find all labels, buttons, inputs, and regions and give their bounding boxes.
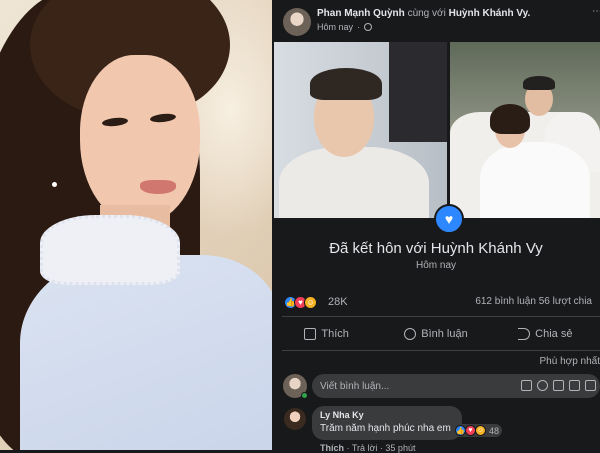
photo-earring (52, 182, 57, 187)
comment-button[interactable]: Bình luận (381, 320, 490, 348)
post-photos[interactable] (272, 40, 600, 218)
wedding-photo[interactable] (450, 42, 600, 218)
with-text: cùng với (408, 8, 446, 19)
comment-like-link[interactable]: Thích (320, 443, 344, 453)
composer-tools (521, 380, 596, 391)
divider (282, 316, 600, 317)
portrait-photo (0, 0, 272, 450)
photo-groom-hair (523, 76, 555, 90)
facebook-post: Phan Mạnh Quỳnh cùng với Huỳnh Khánh Vy.… (272, 0, 600, 450)
comment-actions: Thích · Trả lời · 35 phút (320, 443, 415, 453)
camera-icon[interactable] (553, 380, 564, 391)
groom-photo[interactable] (274, 42, 447, 218)
divider (282, 350, 600, 351)
comment-reaction-count: 48 (489, 426, 499, 436)
care-reaction-icon: ☺ (304, 296, 317, 309)
share-count[interactable]: 56 lượt chia (539, 296, 592, 307)
comment-bubble: Ly Nha Ky Trăm năm hạnh phúc nha em (312, 406, 462, 440)
author-name[interactable]: Phan Mạnh Quỳnh (317, 8, 405, 19)
globe-icon (364, 23, 372, 31)
post-meta: Hôm nay · (317, 22, 372, 32)
reaction-icons[interactable]: 👍 ♥ ☺ (284, 296, 314, 309)
photo-body (279, 147, 429, 218)
comment-text: Trăm năm hạnh phúc nha em (320, 423, 454, 434)
action-bar: Thích Bình luận Chia sẻ (272, 320, 600, 348)
photo-collar (40, 215, 180, 285)
reaction-count[interactable]: 28K (328, 296, 348, 308)
comment-composer (272, 372, 600, 402)
photo-face (80, 55, 200, 225)
share-button[interactable]: Chia sẻ (491, 320, 600, 348)
comment-icon (404, 328, 416, 340)
heart-icon: ♥ (434, 204, 464, 234)
like-label: Thích (321, 328, 349, 340)
like-button[interactable]: Thích (272, 320, 381, 348)
commenter-avatar[interactable] (284, 408, 306, 430)
author-avatar[interactable] (283, 8, 311, 36)
comment-count[interactable]: 612 bình luận (475, 296, 536, 307)
sticker-icon[interactable] (537, 380, 548, 391)
more-options-icon[interactable]: ⋯ (592, 6, 600, 16)
comment-reply-link[interactable]: Trả lời (352, 443, 378, 453)
photo-lips (140, 180, 176, 194)
thumbs-up-icon (304, 328, 316, 340)
commenter-name[interactable]: Ly Nha Ky (320, 410, 454, 420)
care-reaction-icon: ☺ (475, 425, 486, 436)
photo-door (389, 42, 447, 142)
post-author-line: Phan Mạnh Quỳnh cùng với Huỳnh Khánh Vy. (317, 8, 530, 19)
comment-sort-dropdown[interactable]: Phù hợp nhất (540, 356, 600, 367)
reactions-bar: 👍 ♥ ☺ 28K 612 bình luận 56 lượt chia (272, 294, 600, 310)
comment-time[interactable]: 35 phút (385, 443, 415, 453)
gif-icon[interactable] (569, 380, 580, 391)
share-label: Chia sẻ (535, 328, 572, 340)
tagged-name[interactable]: Huỳnh Khánh Vy. (449, 8, 531, 19)
photo-dress (480, 142, 590, 218)
comment-share-counts: 612 bình luận 56 lượt chia (475, 296, 592, 307)
sticker-pack-icon[interactable] (585, 380, 596, 391)
comment-label: Bình luận (421, 328, 467, 340)
life-event-date: Hôm nay (272, 260, 600, 271)
photo-hair (310, 68, 382, 100)
separator-dot: · (357, 22, 360, 32)
post-time[interactable]: Hôm nay (317, 22, 353, 32)
comment-reactions[interactable]: 👍 ♥ ☺ 48 (452, 424, 502, 437)
post-header: Phan Mạnh Quỳnh cùng với Huỳnh Khánh Vy.… (272, 0, 600, 40)
share-icon (518, 328, 530, 340)
comment-item: Ly Nha Ky Trăm năm hạnh phúc nha em 👍 ♥ … (272, 404, 600, 450)
photo-bride-hair (490, 104, 530, 134)
life-event-title: Đã kết hôn với Huỳnh Khánh Vy (272, 240, 600, 257)
emoji-icon[interactable] (521, 380, 532, 391)
online-status-icon (301, 392, 308, 399)
